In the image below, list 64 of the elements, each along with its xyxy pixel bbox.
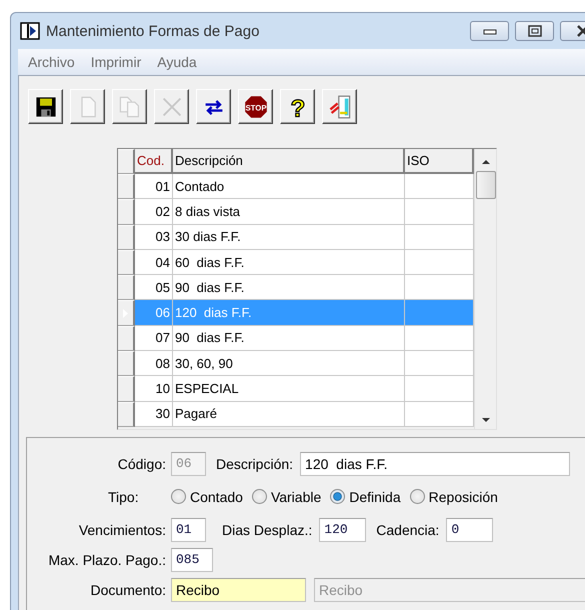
input-field[interactable]: Recibo [171, 578, 306, 602]
field-label: Descripción: [216, 456, 294, 472]
radio-option[interactable]: Contado [171, 488, 243, 504]
stop-sign-icon: STOP [244, 94, 268, 118]
field-label: Código: [116, 456, 167, 472]
input-field[interactable]: 085 [171, 548, 213, 572]
field-label: Tipo: [107, 488, 140, 504]
radio-option[interactable]: Reposición [410, 488, 498, 504]
grid-row[interactable]: 07 90 dias F.F. [118, 326, 474, 352]
scroll-up-icon[interactable] [480, 157, 490, 167]
grid-row[interactable]: 30 Pagaré [118, 402, 474, 427]
field-label: Vencimientos: [78, 522, 167, 538]
row-selector[interactable] [118, 402, 135, 427]
toolbar-button[interactable] [196, 89, 231, 124]
radio-circle[interactable] [171, 489, 186, 504]
input-field[interactable]: 120 [319, 518, 366, 542]
radio-option[interactable]: Definida [330, 488, 401, 504]
grid-row[interactable]: 10 ESPECIAL [118, 376, 474, 402]
input-field[interactable]: 0 [446, 518, 494, 542]
grid-row[interactable]: 02 8 dias vista [118, 199, 474, 225]
menu-item[interactable]: Archivo [20, 54, 83, 70]
input-field[interactable]: 01 [171, 518, 206, 542]
exit-door-icon [328, 94, 352, 118]
radio-circle[interactable] [410, 489, 425, 504]
toolbar-button[interactable] [28, 89, 63, 124]
table-cell: 30 [135, 402, 173, 427]
help-icon: ? [286, 94, 310, 118]
row-selector[interactable] [118, 300, 135, 326]
field-label: Documento: [90, 582, 167, 598]
window-title: Mantenimiento Formas de Pago [46, 22, 260, 40]
maximize-icon [528, 25, 542, 37]
row-selector[interactable] [118, 224, 135, 250]
grid-row[interactable]: 05 90 dias F.F. [118, 275, 474, 300]
row-selector[interactable] [118, 351, 135, 376]
toolbar-button[interactable] [322, 89, 357, 124]
table-cell: Pagaré [173, 402, 405, 427]
grid-row[interactable]: 08 30, 60, 90 [118, 351, 474, 376]
row-selector[interactable] [118, 326, 135, 352]
field-label: Dias Desplaz.: [222, 522, 312, 538]
minimize-button[interactable] [470, 21, 509, 41]
radio-circle[interactable] [252, 489, 267, 504]
field-label: Max. Plazo. Pago.: [47, 552, 167, 568]
row-selector[interactable] [118, 250, 135, 276]
field-label: Cadencia: [376, 522, 440, 538]
input-field[interactable]: 120 dias F.F. [300, 452, 570, 476]
minimize-icon [482, 27, 496, 35]
radio-circle[interactable] [330, 489, 346, 504]
scroll-down-icon[interactable] [480, 415, 490, 425]
radio-option[interactable]: Variable [252, 488, 322, 504]
grid-row[interactable]: 03 30 dias F.F. [118, 224, 474, 250]
toolbar-button[interactable]: STOP [238, 89, 273, 124]
grid-row[interactable]: 01 Contado [118, 174, 474, 200]
row-selector[interactable] [118, 199, 135, 225]
scrollbar[interactable] [474, 149, 496, 429]
app-icon [20, 22, 40, 40]
scroll-thumb[interactable] [476, 171, 496, 199]
pages-icon [118, 94, 142, 118]
row-selector[interactable] [118, 174, 135, 200]
menu-item[interactable]: Imprimir [82, 54, 150, 70]
menu-item[interactable]: Ayuda [149, 54, 205, 70]
grid-row[interactable]: 04 60 dias F.F. [118, 250, 474, 276]
maximize-button[interactable] [515, 21, 554, 41]
row-selector[interactable] [118, 376, 135, 402]
row-selector[interactable] [118, 275, 135, 300]
